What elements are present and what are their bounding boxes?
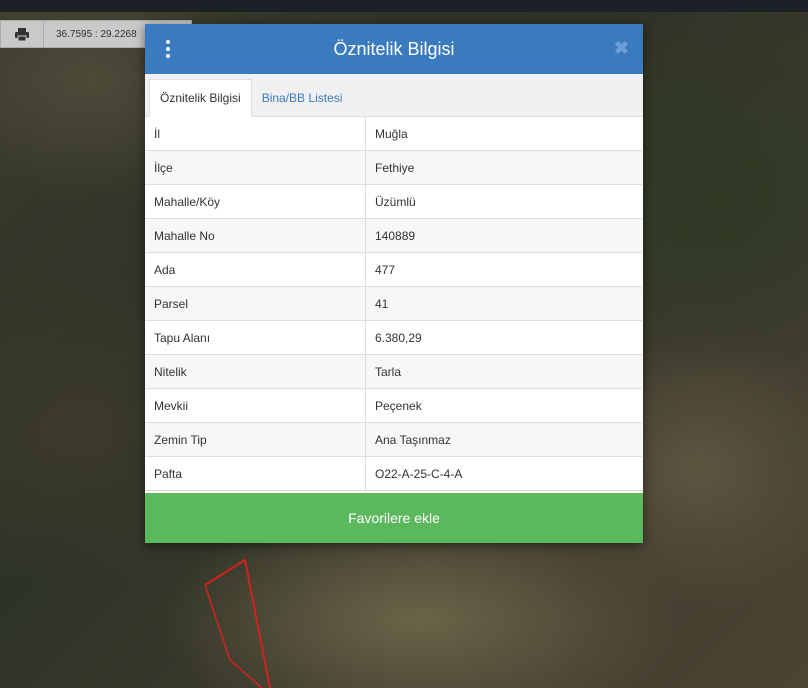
row-key: İl	[145, 117, 366, 151]
row-key: Parsel	[145, 286, 366, 321]
row-key: Ada	[145, 252, 366, 287]
row-value: Tarla	[365, 354, 642, 389]
attribute-info-dialog: Öznitelik Bilgisi ✖ Öznitelik Bilgisi Bi…	[145, 24, 643, 543]
table-row: Ada 477	[145, 252, 642, 287]
row-value: 477	[365, 252, 642, 287]
coordinate-readout: 36.7595 : 29.2268	[56, 28, 137, 40]
row-key: Zemin Tip	[145, 422, 366, 457]
table-row: Mevkii Peçenek	[145, 388, 642, 423]
row-value: 140889	[365, 218, 642, 253]
row-key: Mahalle/Köy	[145, 184, 366, 219]
table-row: Nitelik Tarla	[145, 354, 642, 389]
row-value: 6.380,29	[365, 320, 642, 355]
row-key: Pafta	[145, 456, 366, 491]
table-row: Tapu Alanı 6.380,29	[145, 320, 642, 355]
tab-building-list[interactable]: Bina/BB Listesi	[252, 80, 353, 116]
attribute-table: İl Muğla İlçe Fethiye Mahalle/Köy Üzümlü Ma…	[145, 117, 642, 491]
row-key: İlçe	[145, 150, 366, 185]
add-to-favorites-button[interactable]: Favorilere ekle	[145, 493, 643, 543]
row-value: 41	[365, 286, 642, 321]
row-value: Peçenek	[365, 388, 642, 423]
row-value: Muğla	[365, 117, 642, 151]
row-key: Nitelik	[145, 354, 366, 389]
table-row: Pafta O22-A-25-C-4-A	[145, 456, 642, 491]
table-row: İlçe Fethiye	[145, 150, 642, 185]
print-icon	[15, 27, 29, 41]
tab-bar: Öznitelik Bilgisi Bina/BB Listesi	[145, 74, 643, 117]
table-row: Mahalle No 140889	[145, 218, 642, 253]
table-row: Parsel 41	[145, 286, 642, 321]
kebab-menu-icon[interactable]	[163, 40, 173, 58]
row-key: Mevkii	[145, 388, 366, 423]
top-bar	[0, 0, 808, 12]
print-button[interactable]	[1, 21, 44, 47]
close-icon[interactable]: ✖	[614, 38, 629, 59]
table-row: Mahalle/Köy Üzümlü	[145, 184, 642, 219]
tab-attribute-info[interactable]: Öznitelik Bilgisi	[149, 79, 252, 117]
table-row: İl Muğla	[145, 117, 642, 151]
row-key: Tapu Alanı	[145, 320, 366, 355]
dialog-header: Öznitelik Bilgisi ✖	[145, 24, 643, 74]
table-row: Zemin Tip Ana Taşınmaz	[145, 422, 642, 457]
row-key: Mahalle No	[145, 218, 366, 253]
dialog-title: Öznitelik Bilgisi	[333, 38, 455, 59]
row-value: Üzümlü	[365, 184, 642, 219]
row-value: O22-A-25-C-4-A	[365, 456, 642, 491]
row-value: Fethiye	[365, 150, 642, 185]
row-value: Ana Taşınmaz	[365, 422, 642, 457]
